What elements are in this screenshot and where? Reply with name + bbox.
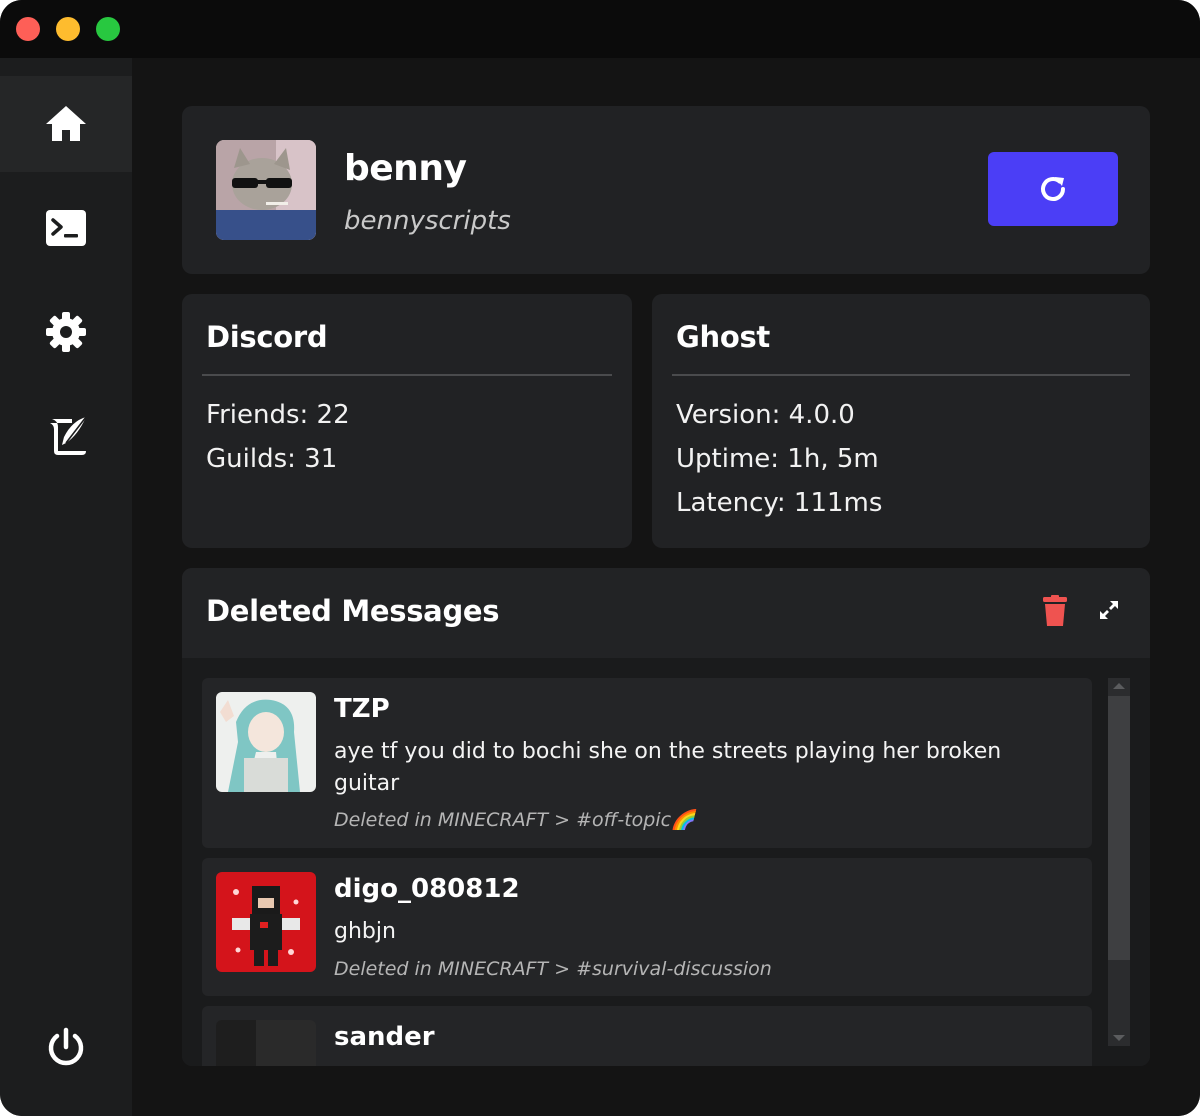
profile-avatar	[216, 140, 316, 240]
terminal-icon	[46, 210, 86, 246]
friends-count: Friends: 22	[206, 400, 350, 430]
power-icon	[48, 1027, 84, 1066]
divider	[672, 374, 1130, 376]
ghost-stats-card: Ghost Version: 4.0.0 Uptime: 1h, 5m Late…	[652, 294, 1150, 548]
discord-title: Discord	[206, 320, 328, 354]
sidebar	[0, 58, 132, 1116]
clear-deleted-button[interactable]	[1040, 594, 1070, 630]
power-button[interactable]	[0, 1000, 132, 1096]
profile-display-name: benny	[344, 148, 467, 189]
sidebar-item-settings[interactable]	[0, 284, 132, 380]
minimize-window-button[interactable]	[56, 17, 80, 41]
home-icon	[46, 106, 86, 141]
deleted-message: digo_080812 ghbjn Deleted in MINECRAFT >…	[202, 858, 1092, 996]
profile-card: benny bennyscripts	[182, 106, 1150, 274]
deleted-messages-card: Deleted Messages TZP aye tf you did to b…	[182, 568, 1150, 1066]
discord-stats-card: Discord Friends: 22 Guilds: 31	[182, 294, 632, 548]
message-author: TZP	[334, 694, 390, 724]
message-location: Deleted in MINECRAFT > #survival-discuss…	[334, 958, 772, 980]
scroll-quill-icon	[44, 416, 87, 455]
sidebar-item-home[interactable]	[0, 76, 132, 172]
deleted-messages-header: Deleted Messages	[182, 568, 1150, 658]
app-window: benny bennyscripts Discord Friends: 22 G…	[0, 0, 1200, 1116]
deleted-messages-title: Deleted Messages	[206, 594, 500, 628]
ghost-title: Ghost	[676, 320, 770, 354]
close-window-button[interactable]	[16, 17, 40, 41]
expand-button[interactable]	[1096, 598, 1122, 624]
gear-icon	[46, 312, 86, 352]
guilds-count: Guilds: 31	[206, 444, 338, 474]
sidebar-item-scripts[interactable]	[0, 388, 132, 484]
scroll-down-arrow[interactable]	[1113, 1035, 1125, 1041]
sidebar-item-console[interactable]	[0, 180, 132, 276]
deleted-message: TZP aye tf you did to bochi she on the s…	[202, 678, 1092, 848]
uptime-text: Uptime: 1h, 5m	[676, 444, 879, 474]
message-avatar	[216, 1020, 316, 1066]
maximize-window-button[interactable]	[96, 17, 120, 41]
refresh-button[interactable]	[988, 152, 1118, 226]
scrollbar-thumb[interactable]	[1108, 696, 1130, 960]
message-content: aye tf you did to bochi she on the stree…	[334, 739, 1002, 796]
message-location: Deleted in MINECRAFT > #off-topic🌈	[334, 809, 695, 831]
scroll-up-arrow[interactable]	[1113, 683, 1125, 689]
scrollbar[interactable]	[1108, 678, 1130, 1046]
message-content: ghbjn	[334, 919, 396, 944]
message-avatar	[216, 692, 316, 792]
title-bar	[0, 0, 1200, 58]
message-avatar	[216, 872, 316, 972]
main-content: benny bennyscripts Discord Friends: 22 G…	[132, 58, 1200, 1116]
deleted-messages-list[interactable]: TZP aye tf you did to bochi she on the s…	[182, 658, 1150, 1066]
refresh-icon	[1041, 177, 1065, 201]
message-author: sander	[334, 1022, 435, 1052]
trash-icon	[1043, 594, 1067, 626]
divider	[202, 374, 612, 376]
deleted-message: sander	[202, 1006, 1092, 1066]
profile-username: bennyscripts	[344, 206, 511, 236]
expand-icon	[1100, 600, 1118, 619]
message-author: digo_080812	[334, 874, 520, 904]
version-text: Version: 4.0.0	[676, 400, 855, 430]
latency-text: Latency: 111ms	[676, 488, 883, 518]
